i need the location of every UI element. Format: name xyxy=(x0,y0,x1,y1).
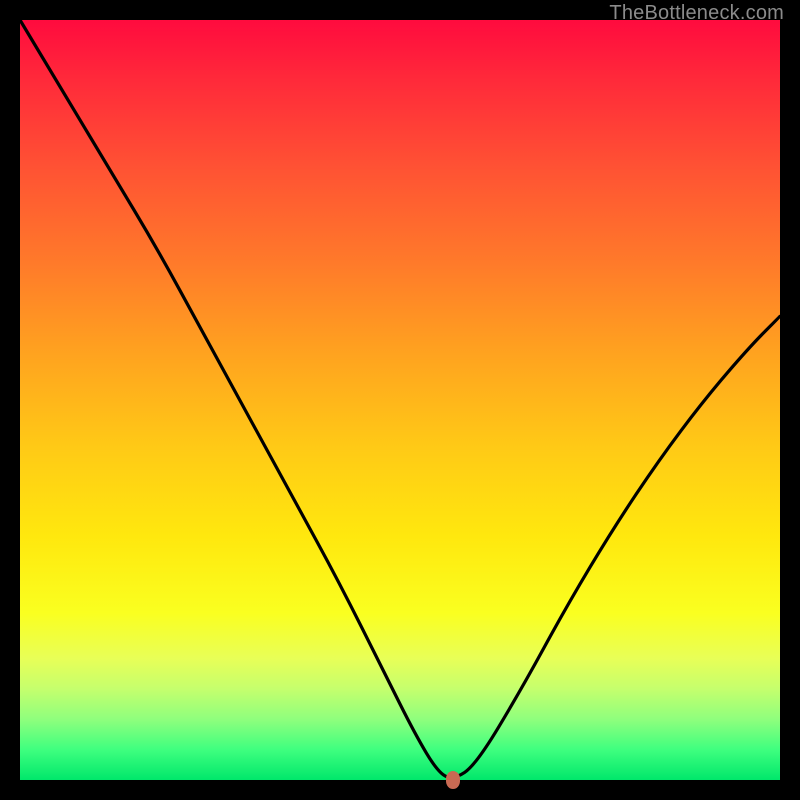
minimum-marker xyxy=(446,771,460,789)
plot-area xyxy=(20,20,780,780)
chart-stage: TheBottleneck.com xyxy=(0,0,800,800)
bottleneck-curve xyxy=(20,20,780,780)
